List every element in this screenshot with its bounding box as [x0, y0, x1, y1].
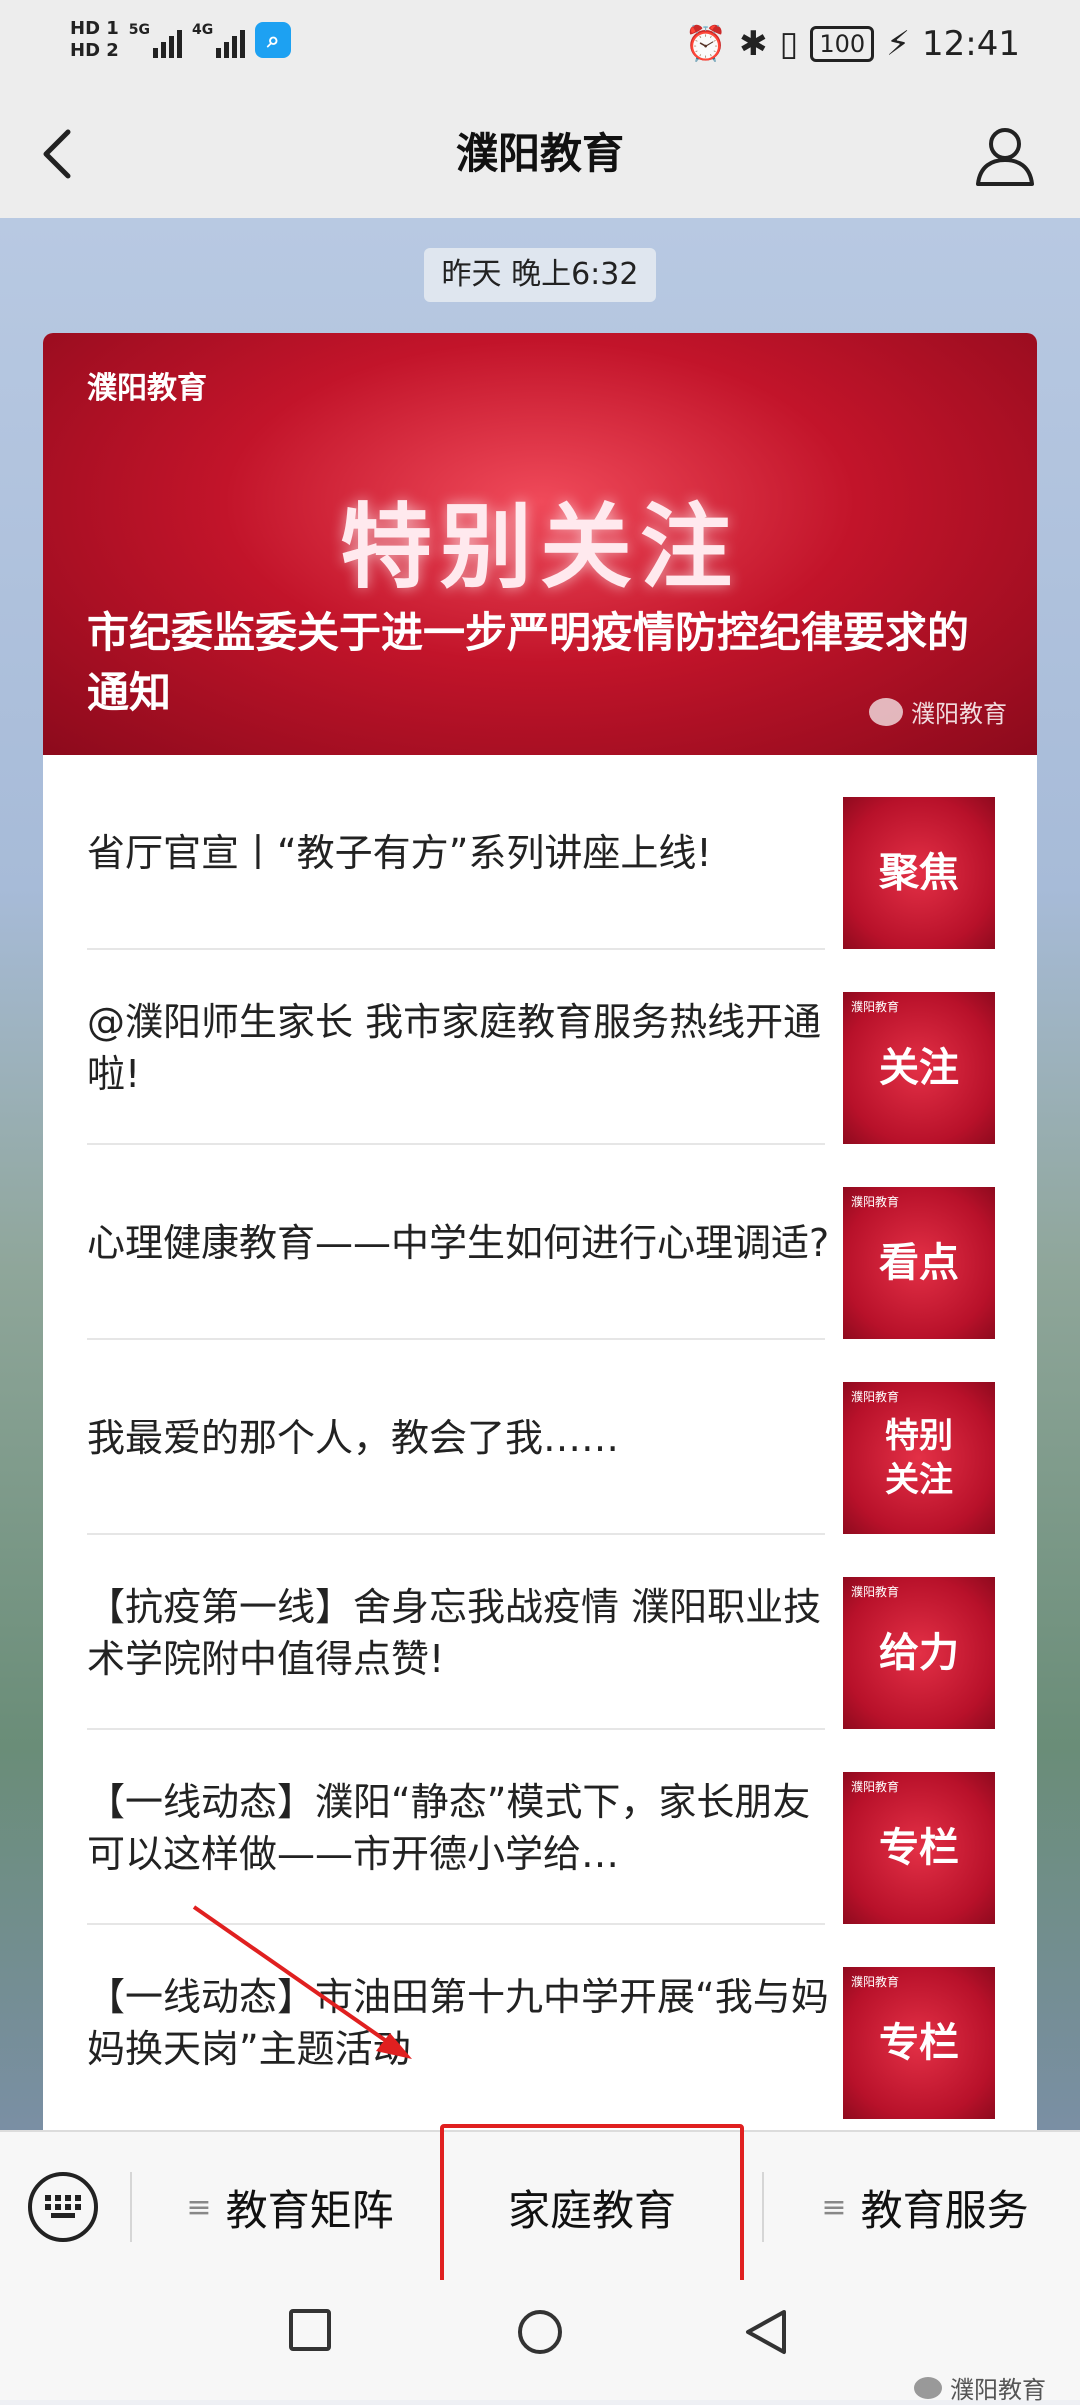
keyboard-toggle-button[interactable] — [28, 2172, 98, 2242]
menu-item-label: 教育服务 — [860, 2185, 1029, 2235]
list-item[interactable]: 【抗疫第一线】舍身忘我战疫情 濮阳职业技术学院附中值得点赞! 濮阳教育 给力 — [43, 1535, 1037, 1730]
annotation-arrow-icon — [192, 1905, 412, 2059]
keyboard-icon — [45, 2195, 81, 2218]
thumb-label: 看点 — [879, 1239, 959, 1286]
thumb-label: 关注 — [879, 1044, 959, 1091]
status-left: HD 1 HD 2 5G 4G ⌕ — [70, 20, 292, 60]
cover-title: 市纪委监委关于进一步严明疫情防控纪律要求的通知 — [87, 608, 970, 717]
article-title: 省厅官宣丨“教子有方”系列讲座上线! — [87, 830, 712, 875]
article-thumbnail: 濮阳教育 专栏 — [843, 1967, 995, 2119]
hd2-label: HD 2 — [70, 40, 119, 61]
thumb-label: 给力 — [879, 1629, 959, 1676]
cover-article[interactable]: 濮阳教育 特别关注 市纪委监委关于进一步严明疫情防控纪律要求的通知 濮阳教育 — [43, 333, 1037, 755]
net2-label: 4G — [192, 22, 214, 38]
article-title: @濮阳师生家长 我市家庭教育服务热线开通啦! — [87, 999, 822, 1096]
page-title: 濮阳教育 — [455, 129, 624, 178]
net1-label: 5G — [128, 22, 151, 38]
message-timestamp: 昨天 晚上6:32 — [424, 248, 656, 302]
menu-separator — [130, 2172, 132, 2242]
square-icon — [289, 2309, 331, 2351]
menu-item-label: 教育矩阵 — [225, 2185, 394, 2235]
menu-list-icon: ≡ — [186, 2189, 212, 2225]
cover-banner: 特别关注 — [339, 493, 740, 601]
menu-item-education-matrix[interactable]: ≡ 教育矩阵 — [140, 2132, 440, 2282]
article-title: 【抗疫第一线】舍身忘我战疫情 濮阳职业技术学院附中值得点赞! — [87, 1584, 822, 1681]
article-thumbnail: 聚焦 — [843, 797, 995, 949]
thumb-brand: 濮阳教育 — [851, 1780, 900, 1794]
battery-icon: 100 — [810, 26, 875, 62]
signal-4g-icon: 4G — [192, 22, 246, 58]
circle-icon — [518, 2310, 562, 2354]
thumb-brand: 濮阳教育 — [851, 1585, 900, 1599]
thumb-label: 聚焦 — [879, 849, 959, 896]
menu-item-education-service[interactable]: ≡ 教育服务 — [770, 2132, 1080, 2282]
annotation-highlight-box — [440, 2124, 744, 2290]
bluetooth-icon: ✱ — [739, 24, 768, 64]
thumb-brand: 濮阳教育 — [851, 1390, 900, 1404]
menu-separator — [762, 2172, 764, 2242]
thumb-brand: 濮阳教育 — [851, 1195, 900, 1209]
list-item[interactable]: 省厅官宣丨“教子有方”系列讲座上线! 聚焦 — [43, 755, 1037, 950]
signal-5g-icon: 5G — [128, 22, 183, 58]
article-thumbnail: 濮阳教育 给力 — [843, 1577, 995, 1729]
cover-watermark: 濮阳教育 — [869, 694, 1007, 729]
hd1-label: HD 1 — [70, 18, 119, 39]
status-right: ⏰ ✱ ▯ 100 ⚡ 12:41 — [685, 24, 1020, 64]
wechat-icon — [869, 697, 903, 726]
recents-button[interactable] — [288, 2308, 332, 2356]
app-notification-icon: ⌕ — [255, 22, 292, 58]
vibrate-icon: ▯ — [779, 24, 799, 64]
back-nav-button[interactable] — [744, 2308, 788, 2360]
article-title: 我最爱的那个人，教会了我…… — [87, 1415, 620, 1460]
back-button[interactable] — [30, 122, 90, 186]
thumb-brand: 濮阳教育 — [851, 1975, 900, 1989]
article-thumbnail: 濮阳教育 专栏 — [843, 1772, 995, 1924]
hd-indicators: HD 1 HD 2 — [70, 20, 119, 60]
article-card: 濮阳教育 特别关注 市纪委监委关于进一步严明疫情防控纪律要求的通知 濮阳教育 省… — [43, 333, 1037, 2133]
list-item[interactable]: 心理健康教育——中学生如何进行心理调适? 濮阳教育 看点 — [43, 1145, 1037, 1340]
thumb-label: 专栏 — [879, 2019, 959, 2066]
article-thumbnail: 濮阳教育 看点 — [843, 1187, 995, 1339]
thumb-label: 特别关注 — [885, 1416, 953, 1500]
nav-bar: 濮阳教育 — [0, 90, 1080, 218]
status-bar: HD 1 HD 2 5G 4G ⌕ ⏰ ✱ ▯ 100 ⚡ 12:41 — [0, 0, 1080, 90]
chevron-left-icon — [43, 129, 71, 179]
article-title: 心理健康教育——中学生如何进行心理调适? — [87, 1220, 830, 1265]
clock: 12:41 — [922, 24, 1020, 64]
cover-brand: 濮阳教育 — [87, 371, 207, 406]
article-thumbnail: 濮阳教育 特别关注 — [843, 1382, 995, 1534]
alarm-icon: ⏰ — [684, 24, 728, 64]
menu-list-icon: ≡ — [821, 2189, 847, 2225]
cover-watermark-text: 濮阳教育 — [911, 700, 1007, 728]
user-icon — [976, 128, 1034, 186]
article-thumbnail: 濮阳教育 关注 — [843, 992, 995, 1144]
charging-icon: ⚡ — [886, 24, 911, 64]
triangle-back-icon — [746, 2310, 786, 2354]
wechat-icon — [914, 2376, 942, 2399]
thumb-label: 专栏 — [879, 1824, 959, 1871]
list-item[interactable]: 我最爱的那个人，教会了我…… 濮阳教育 特别关注 — [43, 1340, 1037, 1535]
thumb-brand: 濮阳教育 — [851, 1000, 900, 1014]
profile-button[interactable] — [970, 120, 1040, 190]
list-item[interactable]: @濮阳师生家长 我市家庭教育服务热线开通啦! 濮阳教育 关注 — [43, 950, 1037, 1145]
home-button[interactable] — [516, 2308, 564, 2360]
